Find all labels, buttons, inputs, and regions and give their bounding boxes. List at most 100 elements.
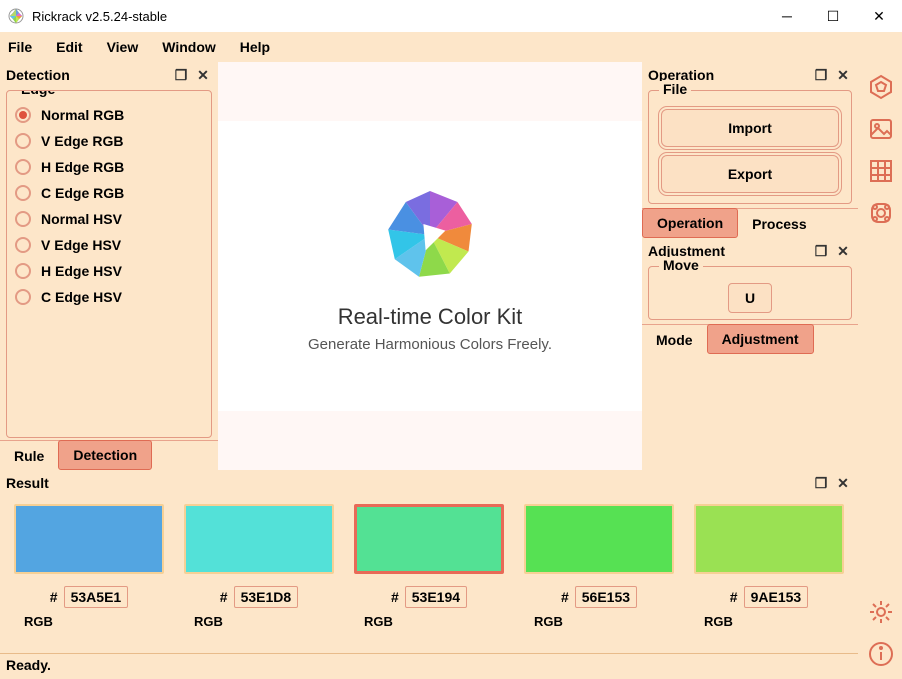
import-button[interactable]: Import <box>661 109 839 147</box>
adjustment-float-icon[interactable]: ❐ <box>812 242 830 260</box>
menubar: File Edit View Window Help <box>0 32 902 62</box>
hash-label: # <box>561 589 569 605</box>
hex-row: #53E1D8 <box>220 586 298 608</box>
maximize-button[interactable]: ☐ <box>810 0 856 32</box>
tab-rule[interactable]: Rule <box>0 442 58 470</box>
rgb-label: RGB <box>364 614 393 629</box>
tab-adjustment[interactable]: Adjustment <box>707 324 814 354</box>
main-area: Detection ❐ ✕ Edge Normal RGB V Edge RGB H… <box>0 62 902 679</box>
hex-input[interactable]: 53E194 <box>405 586 467 608</box>
menu-file[interactable]: File <box>8 39 32 55</box>
radio-v-edge-rgb[interactable]: V Edge RGB <box>15 133 203 149</box>
menu-help[interactable]: Help <box>240 39 270 55</box>
file-legend: File <box>659 81 691 97</box>
radio-indicator <box>15 133 31 149</box>
depot-tool-icon[interactable] <box>864 196 898 230</box>
detection-title: Detection <box>6 67 168 83</box>
close-button[interactable]: ✕ <box>856 0 902 32</box>
operation-tabs: Operation Process <box>642 208 858 238</box>
rgb-label: RGB <box>24 614 53 629</box>
color-swatch[interactable] <box>354 504 504 574</box>
move-group: Move U <box>648 266 852 320</box>
menu-view[interactable]: View <box>107 39 139 55</box>
radio-indicator <box>15 107 31 123</box>
radio-normal-rgb[interactable]: Normal RGB <box>15 107 203 123</box>
export-button[interactable]: Export <box>661 155 839 193</box>
rgb-label: RGB <box>534 614 563 629</box>
radio-indicator <box>15 237 31 253</box>
image-tool-icon[interactable] <box>864 112 898 146</box>
minimize-button[interactable]: ─ <box>764 0 810 32</box>
radio-h-edge-rgb[interactable]: H Edge RGB <box>15 159 203 175</box>
edge-legend: Edge <box>17 90 59 97</box>
titlebar-title: Rickrack v2.5.24-stable <box>32 9 764 24</box>
radio-label: C Edge HSV <box>41 289 122 305</box>
menu-window[interactable]: Window <box>162 39 216 55</box>
settings-icon[interactable] <box>864 595 898 629</box>
result-float-icon[interactable]: ❐ <box>812 474 830 492</box>
result-title: Result <box>6 475 808 491</box>
radio-indicator <box>15 185 31 201</box>
move-legend: Move <box>659 257 703 273</box>
radio-label: C Edge RGB <box>41 185 124 201</box>
menu-edit[interactable]: Edit <box>56 39 82 55</box>
operation-close-icon[interactable]: ✕ <box>834 66 852 84</box>
radio-label: Normal RGB <box>41 107 124 123</box>
right-panels: Operation ❐ ✕ File Import Export Operati… <box>642 62 858 470</box>
info-icon[interactable] <box>864 637 898 671</box>
color-swatch[interactable] <box>694 504 844 574</box>
radio-label: H Edge HSV <box>41 263 122 279</box>
hash-label: # <box>50 589 58 605</box>
hex-input[interactable]: 56E153 <box>575 586 637 608</box>
result-header: Result ❐ ✕ <box>0 470 858 496</box>
result-panel: Result ❐ ✕ #53A5E1 RGB #53E1D8 RGB #53E194 RG… <box>0 470 858 653</box>
hex-input[interactable]: 53E1D8 <box>234 586 299 608</box>
logo-icon <box>375 180 485 290</box>
color-swatch[interactable] <box>14 504 164 574</box>
radio-h-edge-hsv[interactable]: H Edge HSV <box>15 263 203 279</box>
tab-operation[interactable]: Operation <box>642 208 738 238</box>
hex-row: #56E153 <box>561 586 637 608</box>
titlebar: Rickrack v2.5.24-stable ─ ☐ ✕ <box>0 0 902 32</box>
radio-label: H Edge RGB <box>41 159 124 175</box>
radio-indicator <box>15 289 31 305</box>
detection-tabs: Rule Detection <box>0 440 218 470</box>
hex-input[interactable]: 53A5E1 <box>64 586 129 608</box>
center-viewport: Real-time Color Kit Generate Harmonious … <box>218 62 642 470</box>
toolbar <box>858 62 902 679</box>
swatch-column: #56E153 RGB <box>524 504 674 629</box>
swatch-column: #53E194 RGB <box>354 504 504 629</box>
detection-float-icon[interactable]: ❐ <box>172 66 190 84</box>
radio-indicator <box>15 211 31 227</box>
radio-label: Normal HSV <box>41 211 122 227</box>
operation-float-icon[interactable]: ❐ <box>812 66 830 84</box>
hex-row: #53E194 <box>391 586 467 608</box>
result-close-icon[interactable]: ✕ <box>834 474 852 492</box>
center-canvas: Real-time Color Kit Generate Harmonious … <box>218 121 642 411</box>
radio-v-edge-hsv[interactable]: V Edge HSV <box>15 237 203 253</box>
color-swatch[interactable] <box>184 504 334 574</box>
tab-mode[interactable]: Mode <box>642 326 707 354</box>
tab-detection[interactable]: Detection <box>58 440 152 470</box>
center-subtitle: Generate Harmonious Colors Freely. <box>308 336 552 353</box>
hash-label: # <box>220 589 228 605</box>
u-button[interactable]: U <box>728 283 772 313</box>
detection-close-icon[interactable]: ✕ <box>194 66 212 84</box>
wheel-tool-icon[interactable] <box>864 70 898 104</box>
color-swatch[interactable] <box>524 504 674 574</box>
radio-c-edge-rgb[interactable]: C Edge RGB <box>15 185 203 201</box>
radio-c-edge-hsv[interactable]: C Edge HSV <box>15 289 203 305</box>
adjustment-close-icon[interactable]: ✕ <box>834 242 852 260</box>
swatch-column: #53A5E1 RGB <box>14 504 164 629</box>
rgb-label: RGB <box>194 614 223 629</box>
tab-process[interactable]: Process <box>738 210 820 238</box>
radio-normal-hsv[interactable]: Normal HSV <box>15 211 203 227</box>
board-tool-icon[interactable] <box>864 154 898 188</box>
status-text: Ready. <box>6 657 51 673</box>
detection-header: Detection ❐ ✕ <box>0 62 218 88</box>
swatch-column: #9AE153RGB <box>694 504 844 629</box>
center-title: Real-time Color Kit <box>338 304 523 330</box>
detection-panel: Detection ❐ ✕ Edge Normal RGB V Edge RGB H… <box>0 62 218 470</box>
hex-input[interactable]: 9AE153 <box>744 586 809 608</box>
hash-label: # <box>391 589 399 605</box>
